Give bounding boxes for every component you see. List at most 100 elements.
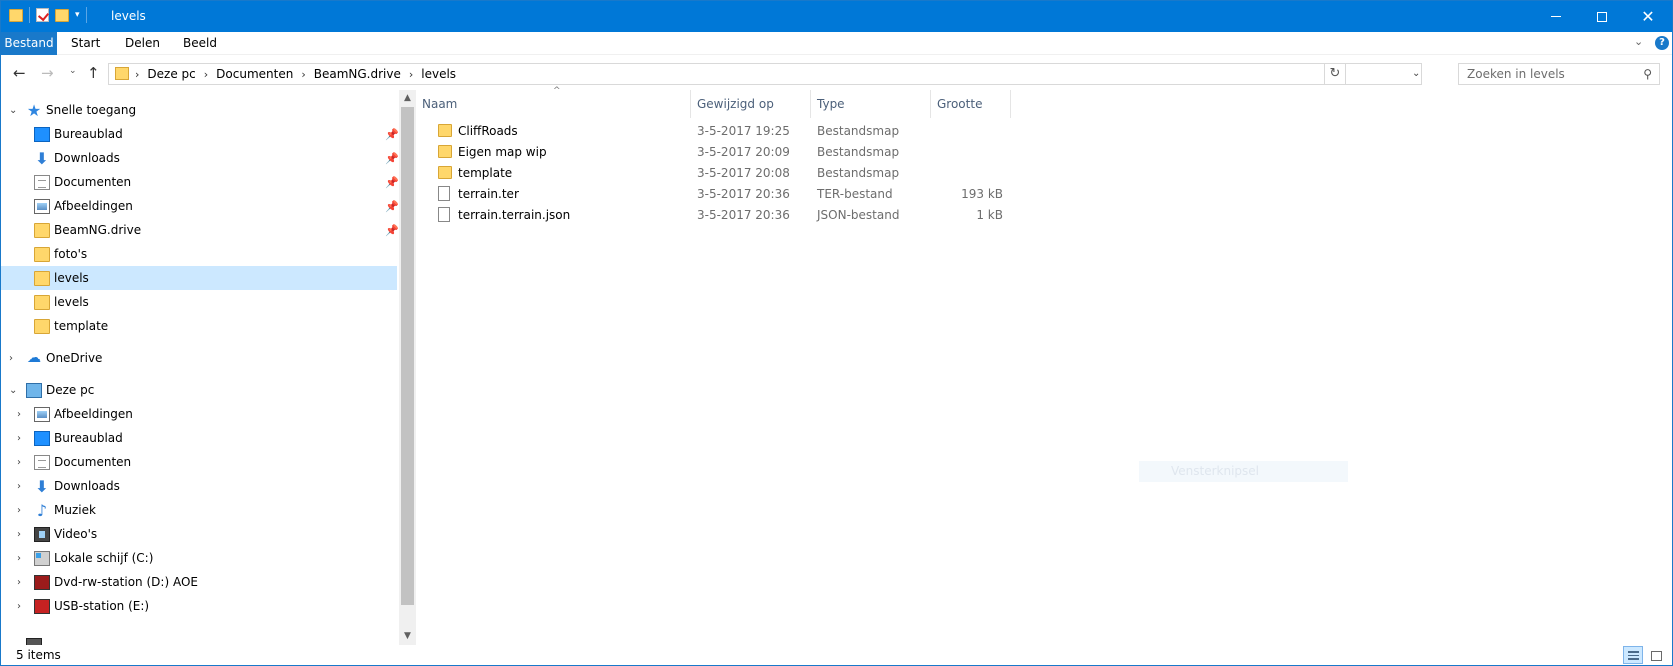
file-row[interactable]: template 3-5-2017 20:08 Bestandsmap xyxy=(416,163,1016,184)
nav-item-partial[interactable] xyxy=(1,633,397,645)
nav-pc-local-disk-c[interactable]: › Lokale schijf (C:) xyxy=(1,546,397,570)
expand-ribbon-chevron-icon[interactable]: ⌄ xyxy=(1634,35,1643,48)
nav-pc-muziek[interactable]: › ♪ Muziek xyxy=(1,498,397,522)
breadcrumb-separator-icon[interactable]: › xyxy=(204,68,208,81)
minimize-button[interactable] xyxy=(1533,1,1579,32)
pin-icon[interactable]: 📌 xyxy=(385,176,399,189)
refresh-button[interactable]: ↻ xyxy=(1324,63,1346,85)
pin-icon[interactable]: 📌 xyxy=(385,128,399,141)
details-view-icon xyxy=(1628,651,1639,660)
tab-bestand[interactable]: Bestand xyxy=(1,32,57,55)
nav-item-bureaublad[interactable]: Bureaublad 📌 xyxy=(1,122,399,146)
expand-chevron-icon[interactable]: › xyxy=(17,529,21,540)
file-explorer-window: ▾ levels ✕ Bestand Start Delen Beeld ⌄ ?… xyxy=(0,0,1673,666)
nav-pane-scrollbar[interactable]: ▲ ▼ xyxy=(399,90,416,645)
breadcrumb-item[interactable]: Documenten xyxy=(216,67,293,81)
file-row[interactable]: terrain.terrain.json 3-5-2017 20:36 JSON… xyxy=(416,205,1016,226)
pin-icon[interactable]: 📌 xyxy=(385,224,399,237)
nav-onedrive[interactable]: › ☁ OneDrive xyxy=(1,346,397,370)
expand-chevron-icon[interactable]: › xyxy=(17,433,21,444)
nav-pc-afbeeldingen[interactable]: › Afbeeldingen xyxy=(1,402,397,426)
address-bar[interactable]: › Deze pc › Documenten › BeamNG.drive › … xyxy=(108,63,1422,85)
breadcrumb-separator-icon[interactable]: › xyxy=(135,68,139,81)
scrollbar-thumb[interactable] xyxy=(401,107,414,605)
column-header-modified[interactable]: Gewijzigd op xyxy=(691,90,811,118)
breadcrumb: › Deze pc › Documenten › BeamNG.drive › … xyxy=(135,67,456,81)
expand-chevron-icon[interactable]: › xyxy=(9,353,13,364)
tab-delen[interactable]: Delen xyxy=(125,32,160,55)
expand-chevron-icon[interactable]: › xyxy=(17,457,21,468)
nav-this-pc[interactable]: ⌄ Deze pc xyxy=(1,378,397,402)
nav-pc-documenten[interactable]: › Documenten xyxy=(1,450,397,474)
search-box[interactable]: ⚲ xyxy=(1458,63,1660,85)
help-icon[interactable]: ? xyxy=(1655,36,1669,50)
column-header-type[interactable]: Type xyxy=(811,90,931,118)
file-row[interactable]: CliffRoads 3-5-2017 19:25 Bestandsmap xyxy=(416,121,1016,142)
close-icon: ✕ xyxy=(1641,6,1655,26)
expand-chevron-icon[interactable]: › xyxy=(17,505,21,516)
nav-item-beamng-drive[interactable]: BeamNG.drive 📌 xyxy=(1,218,399,242)
nav-item-afbeeldingen[interactable]: Afbeeldingen 📌 xyxy=(1,194,399,218)
nav-label: Lokale schijf (C:) xyxy=(54,551,154,565)
new-folder-icon[interactable] xyxy=(55,8,69,22)
navigation-pane: ⌄ ★ Snelle toegang Bureaublad 📌 ⬇ Downlo… xyxy=(1,90,399,645)
properties-checkmark-icon[interactable] xyxy=(36,8,49,22)
expand-chevron-icon[interactable]: › xyxy=(17,553,21,564)
customize-toolbar-chevron-icon[interactable]: ▾ xyxy=(75,10,80,20)
document-icon xyxy=(34,174,50,190)
nav-label: BeamNG.drive xyxy=(54,223,142,237)
nav-item-levels[interactable]: levels xyxy=(1,290,397,314)
file-size: 193 kB xyxy=(961,187,1003,201)
recent-locations-chevron-icon[interactable]: ⌄ xyxy=(69,66,77,76)
column-header-name[interactable]: Naam ^ xyxy=(416,86,691,118)
pin-icon[interactable]: 📌 xyxy=(385,152,399,165)
column-label: Grootte xyxy=(937,97,983,111)
expand-chevron-icon[interactable]: › xyxy=(17,409,21,420)
search-input[interactable] xyxy=(1459,64,1634,84)
nav-pc-dvd-d[interactable]: › Dvd-rw-station (D:) AOE xyxy=(1,570,397,594)
tab-beeld[interactable]: Beeld xyxy=(183,32,217,55)
search-icon: ⚲ xyxy=(1643,67,1652,81)
download-arrow-icon: ⬇ xyxy=(35,476,49,496)
nav-pc-usb-e[interactable]: › USB-station (E:) xyxy=(1,594,397,618)
details-view-button[interactable] xyxy=(1623,646,1643,664)
nav-pc-downloads[interactable]: › ⬇ Downloads xyxy=(1,474,397,498)
back-arrow-icon[interactable]: ← xyxy=(13,64,26,82)
nav-item-fotos[interactable]: foto's xyxy=(1,242,397,266)
usb-drive-icon xyxy=(34,598,50,614)
large-icons-view-button[interactable] xyxy=(1646,646,1666,664)
scroll-up-arrow-icon[interactable]: ▲ xyxy=(399,90,416,107)
nav-item-downloads[interactable]: ⬇ Downloads 📌 xyxy=(1,146,399,170)
close-button[interactable]: ✕ xyxy=(1625,1,1671,32)
nav-pc-videos[interactable]: › Video's xyxy=(1,522,397,546)
breadcrumb-item[interactable]: BeamNG.drive xyxy=(314,67,401,81)
cloud-icon: ☁ xyxy=(27,349,41,366)
nav-item-documenten[interactable]: Documenten 📌 xyxy=(1,170,399,194)
forward-arrow-icon[interactable]: → xyxy=(41,64,54,82)
breadcrumb-separator-icon[interactable]: › xyxy=(301,68,305,81)
collapse-chevron-icon[interactable]: ⌄ xyxy=(9,385,17,396)
address-dropdown-chevron-icon[interactable]: ⌄ xyxy=(1412,68,1420,79)
breadcrumb-item[interactable]: Deze pc xyxy=(147,67,195,81)
file-row[interactable]: Eigen map wip 3-5-2017 20:09 Bestandsmap xyxy=(416,142,1016,163)
tab-start[interactable]: Start xyxy=(71,32,100,55)
nav-quick-access[interactable]: ⌄ ★ Snelle toegang xyxy=(1,98,397,122)
breadcrumb-item[interactable]: levels xyxy=(421,67,456,81)
breadcrumb-separator-icon[interactable]: › xyxy=(409,68,413,81)
expand-chevron-icon[interactable]: › xyxy=(17,601,21,612)
expand-chevron-icon[interactable]: › xyxy=(17,577,21,588)
nav-item-levels-selected[interactable]: levels xyxy=(1,266,397,290)
expand-chevron-icon[interactable]: › xyxy=(17,481,21,492)
collapse-chevron-icon[interactable]: ⌄ xyxy=(9,105,17,116)
up-arrow-icon[interactable]: ↑ xyxy=(87,64,100,82)
file-row[interactable]: terrain.ter 3-5-2017 20:36 TER-bestand 1… xyxy=(416,184,1016,205)
maximize-button[interactable] xyxy=(1579,1,1625,32)
pin-icon[interactable]: 📌 xyxy=(385,200,399,213)
download-arrow-icon: ⬇ xyxy=(35,148,49,168)
nav-pc-bureaublad[interactable]: › Bureaublad xyxy=(1,426,397,450)
file-modified: 3-5-2017 20:09 xyxy=(697,145,790,159)
column-header-size[interactable]: Grootte xyxy=(931,90,1011,118)
file-type: Bestandsmap xyxy=(817,166,900,180)
nav-item-template[interactable]: template xyxy=(1,314,397,338)
scroll-down-arrow-icon[interactable]: ▼ xyxy=(399,628,416,645)
